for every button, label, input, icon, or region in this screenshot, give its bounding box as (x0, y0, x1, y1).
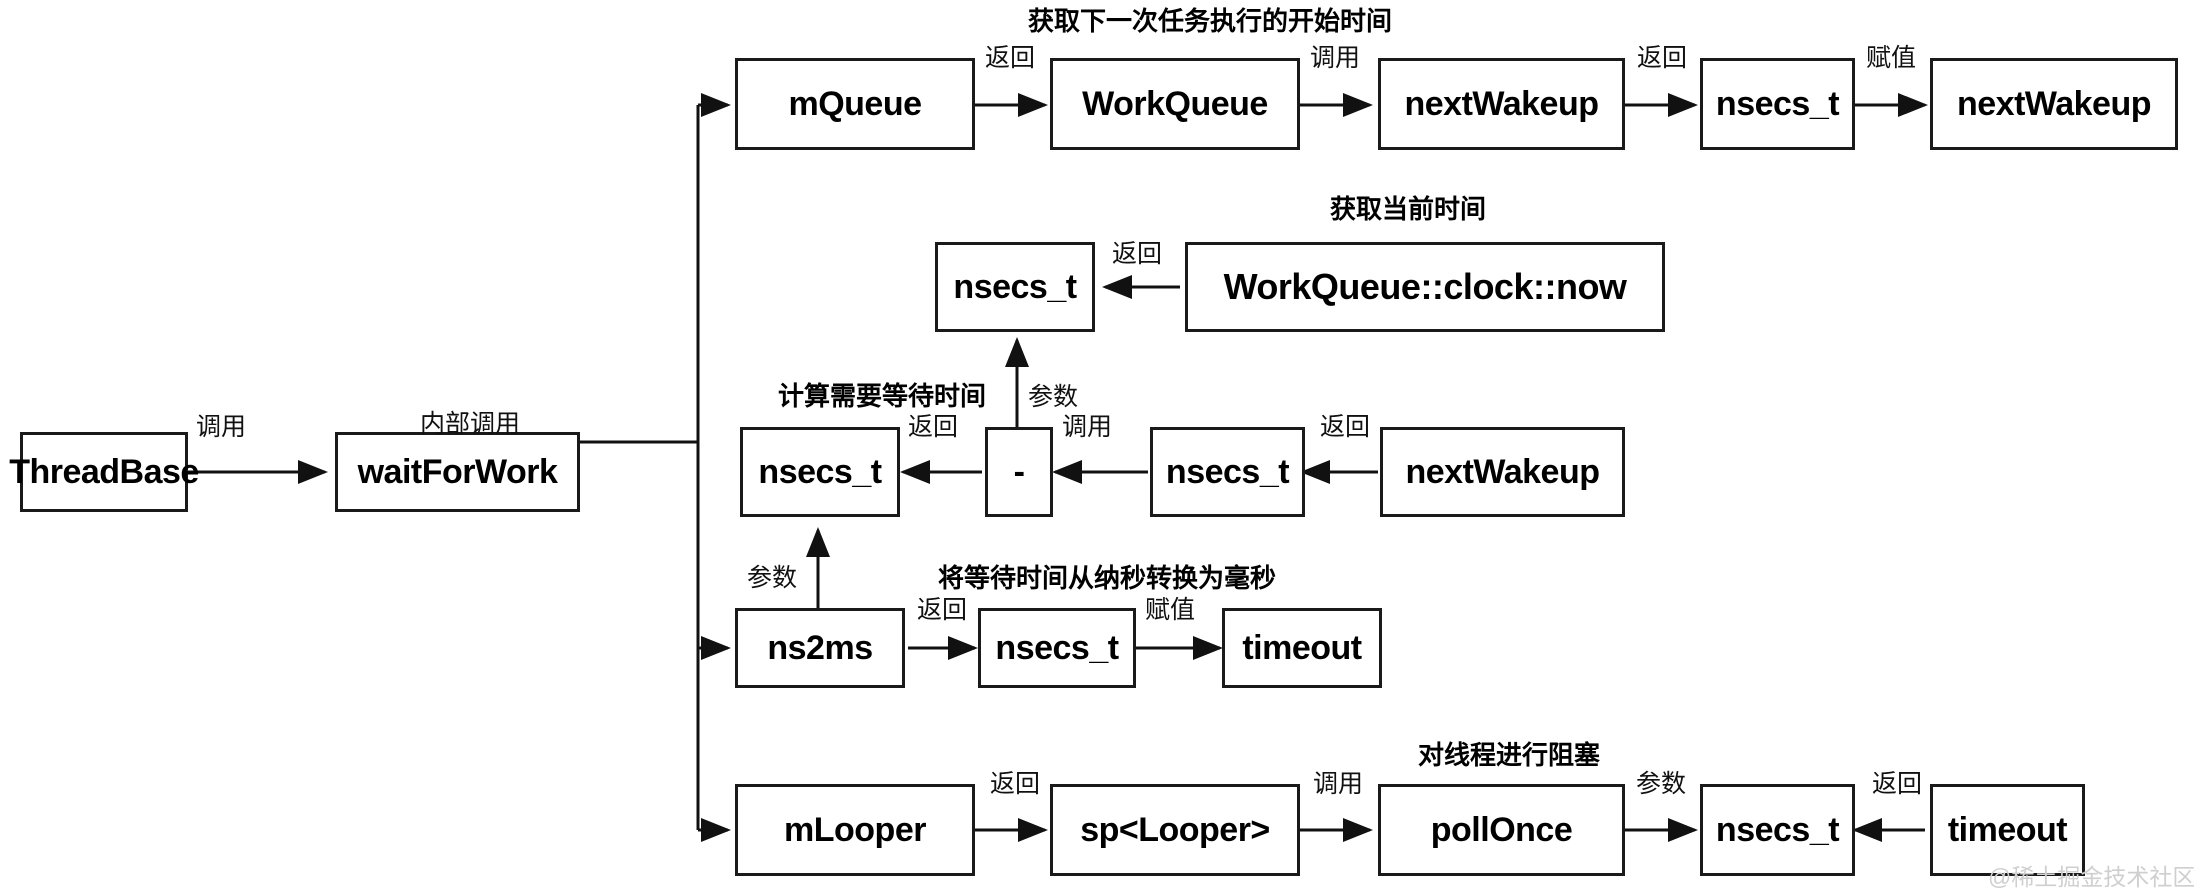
edge-label-ns2ms-nsecst: 返回 (917, 596, 968, 624)
node-nextwakeup-assign[interactable]: nextWakeup (1930, 58, 2178, 150)
node-pollonce[interactable]: pollOnce (1378, 784, 1625, 876)
node-threadbase[interactable]: ThreadBase (9, 432, 199, 512)
note-block-thread: 对线程进行阻塞 (1418, 740, 1601, 770)
node-minus-operator[interactable]: - (985, 427, 1053, 517)
node-label: mQueue (788, 85, 922, 123)
node-splooper[interactable]: sp<Looper> (1050, 784, 1300, 876)
node-nextwakeup-src[interactable]: nextWakeup (1380, 427, 1625, 517)
node-nsecst-param[interactable]: nsecs_t (1150, 427, 1305, 517)
node-label: nextWakeup (1956, 85, 2152, 123)
node-timeout-assign[interactable]: timeout (1222, 608, 1382, 688)
diagram-canvas: ThreadBase waitForWork mQueue WorkQueue … (0, 0, 2194, 894)
note-next-task-start-time: 获取下一次任务执行的开始时间 (1028, 6, 1393, 36)
node-mlooper[interactable]: mLooper (735, 784, 975, 876)
edge-label-mqueue-workqueue: 返回 (985, 44, 1036, 72)
edge-label-ns2ms-param: 参数 (747, 564, 798, 592)
node-label: timeout (1947, 811, 2068, 849)
node-label: nextWakeup (1405, 453, 1600, 491)
edge-label-minus-nsecst-top: 参数 (1028, 383, 1079, 411)
edge-label-nsecst-nextwakeup: 赋值 (1866, 44, 1917, 72)
node-label: timeout (1242, 629, 1362, 667)
node-workqueue[interactable]: WorkQueue (1050, 58, 1300, 150)
edge-label-nextwakeup-nsecstparam: 返回 (1320, 413, 1371, 441)
edge-label-waitforwork-internal: 内部调用 (420, 410, 521, 438)
edge-label-nsecst-minus: 调用 (1062, 413, 1113, 441)
node-label: WorkQueue (1082, 85, 1268, 123)
node-label: waitForWork (357, 453, 558, 491)
note-calc-wait-time: 计算需要等待时间 (778, 381, 987, 411)
edge-label-workqueue-nextwakeup: 调用 (1310, 44, 1361, 72)
note-current-time: 获取当前时间 (1330, 194, 1487, 224)
node-label: WorkQueue::clock::now (1223, 266, 1627, 307)
node-nsecst-ms[interactable]: nsecs_t (978, 608, 1136, 688)
node-label: nsecs_t (995, 629, 1119, 667)
node-label: nextWakeup (1404, 85, 1599, 123)
node-label: - (1013, 453, 1025, 491)
edge-label-mlooper-splooper: 返回 (990, 770, 1041, 798)
edge-label-clocknow-nsecst: 返回 (1112, 240, 1163, 268)
node-label: nsecs_t (953, 268, 1077, 306)
node-label: ns2ms (767, 629, 873, 667)
node-ns2ms[interactable]: ns2ms (735, 608, 905, 688)
node-label: mLooper (784, 811, 926, 849)
node-workqueue-clock-now[interactable]: WorkQueue::clock::now (1185, 242, 1665, 332)
watermark: @稀土掘金技术社区 (1988, 864, 2194, 890)
edge-label-splooper-pollonce: 调用 (1313, 770, 1364, 798)
edge-label-timeout-nsecst: 返回 (1872, 770, 1923, 798)
node-label: nsecs_t (1165, 453, 1290, 491)
node-waitforwork[interactable]: waitForWork (335, 432, 580, 512)
node-nsecst-poll[interactable]: nsecs_t (1700, 784, 1855, 876)
edge-label-nsecst-timeout: 赋值 (1145, 596, 1196, 624)
node-nextwakeup-call[interactable]: nextWakeup (1378, 58, 1625, 150)
node-label: nsecs_t (1715, 85, 1840, 123)
edge-label-minus-nsecst-wait: 返回 (908, 413, 959, 441)
edge-label-threadbase-waitforwork: 调用 (196, 413, 247, 441)
node-label: nsecs_t (758, 453, 882, 491)
node-mqueue[interactable]: mQueue (735, 58, 975, 150)
node-label: ThreadBase (9, 453, 199, 491)
node-nsecst-now[interactable]: nsecs_t (935, 242, 1095, 332)
note-ns-to-ms: 将等待时间从纳秒转换为毫秒 (938, 563, 1277, 593)
edge-label-nextwakeup-nsecst: 返回 (1637, 44, 1688, 72)
edge-label-pollonce-nsecst: 参数 (1636, 770, 1687, 798)
node-nsecst-top[interactable]: nsecs_t (1700, 58, 1855, 150)
node-nsecst-wait[interactable]: nsecs_t (740, 427, 900, 517)
node-label: nsecs_t (1715, 811, 1840, 849)
node-label: sp<Looper> (1080, 811, 1270, 849)
node-label: pollOnce (1430, 811, 1573, 849)
